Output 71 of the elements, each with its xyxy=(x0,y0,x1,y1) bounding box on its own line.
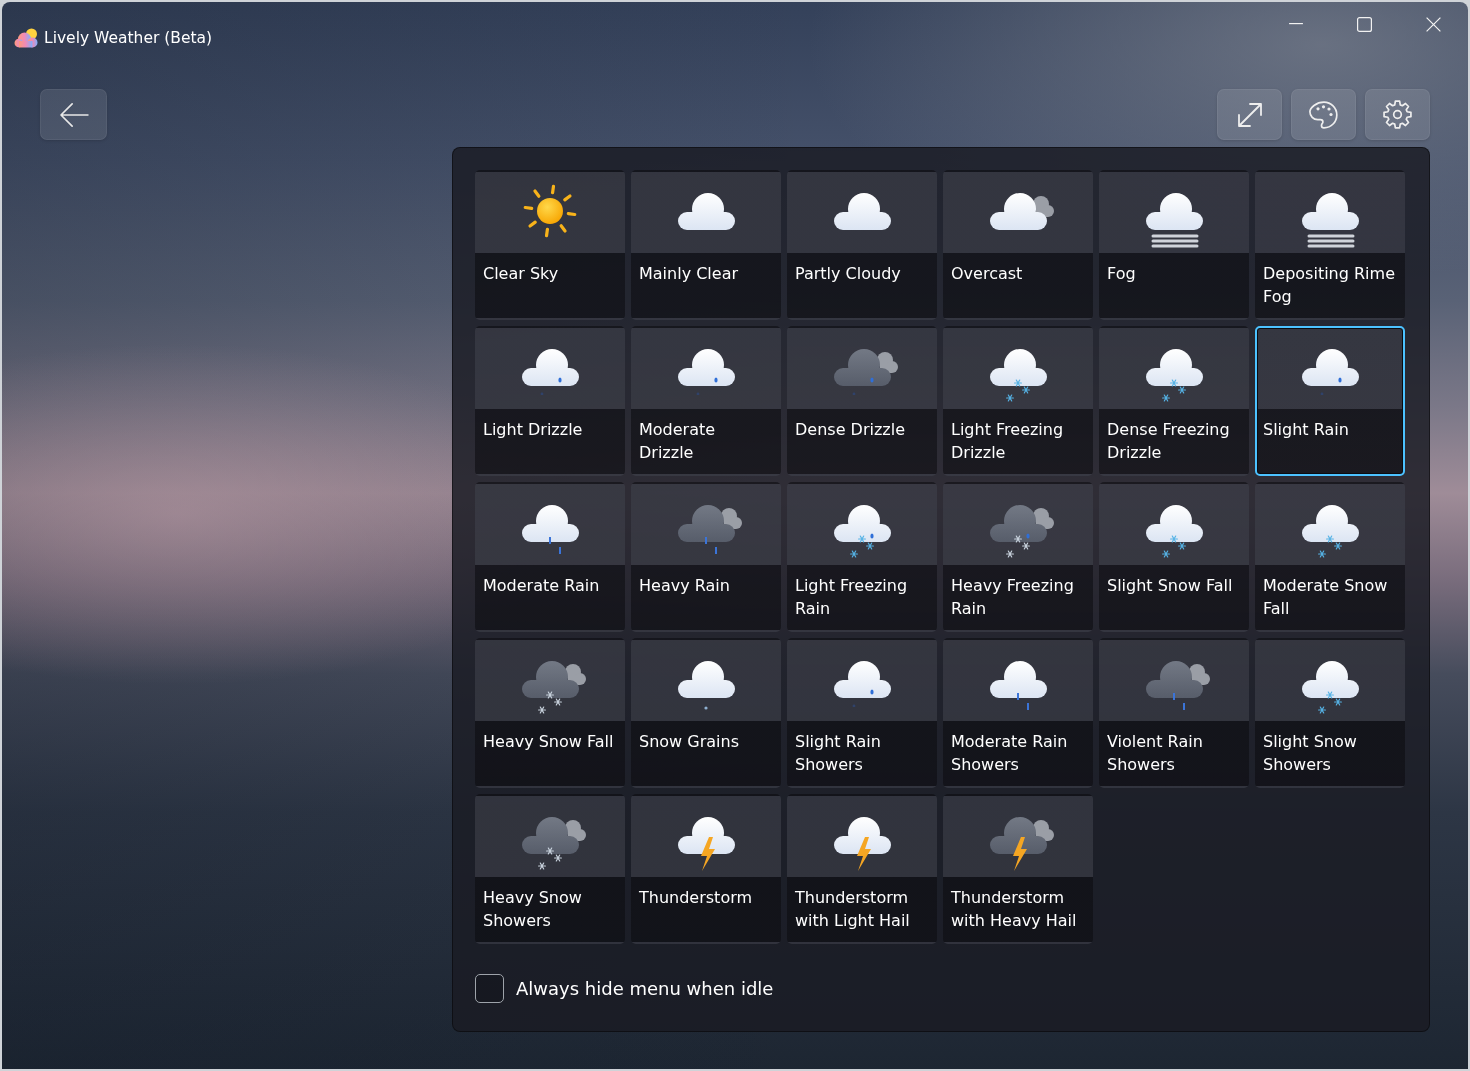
cloud-lightning-icon xyxy=(678,817,735,871)
cloud-raindrop-icon xyxy=(522,349,579,396)
back-arrow-icon xyxy=(58,101,89,128)
maximize-icon xyxy=(1357,16,1372,32)
cloud-sleet-icon xyxy=(834,505,891,558)
clouds-lightning-icon xyxy=(990,817,1054,871)
weather-tile[interactable]: Slight Rain Showers xyxy=(787,638,937,788)
clouds-raindrop-icon xyxy=(834,349,898,396)
cloud-snowflakes-icon xyxy=(1146,349,1203,402)
weather-tile[interactable]: Slight Snow Showers xyxy=(1255,638,1405,788)
clouds-snowflakes-icon xyxy=(522,817,586,870)
theme-button[interactable] xyxy=(1291,89,1356,140)
cloud-fog-icon xyxy=(1302,193,1359,248)
weather-tile[interactable]: Light Freezing Rain xyxy=(787,482,937,632)
cloud-fog-icon xyxy=(1146,193,1203,248)
weather-tile[interactable]: Depositing Rime Fog xyxy=(1255,170,1405,320)
cloud-rain-icon xyxy=(990,661,1047,710)
weather-tile[interactable]: Moderate Rain xyxy=(475,482,625,632)
clouds-sleet-icon xyxy=(990,505,1054,558)
cloud-raindrop-icon xyxy=(834,661,891,708)
weather-tile[interactable]: Heavy Snow Fall xyxy=(475,638,625,788)
fullscreen-button[interactable] xyxy=(1217,89,1282,140)
weather-tile[interactable]: Light Freezing Drizzle xyxy=(943,326,1093,476)
cloud-snowflakes-icon xyxy=(1146,505,1203,558)
weather-tile[interactable]: Slight Snow Fall xyxy=(1099,482,1249,632)
weather-tile[interactable]: Dense Drizzle xyxy=(787,326,937,476)
checkbox[interactable] xyxy=(475,974,504,1003)
cloud-rain-icon xyxy=(522,505,579,554)
settings-icon xyxy=(1383,100,1412,129)
weather-tile[interactable]: Thunderstorm with Heavy Hail xyxy=(943,794,1093,944)
close-icon xyxy=(1426,16,1441,32)
weather-tile[interactable]: Violent Rain Showers xyxy=(1099,638,1249,788)
app-logo-icon xyxy=(14,28,38,48)
weather-tile[interactable]: Slight Rain xyxy=(1255,326,1405,476)
weather-tile[interactable]: Overcast xyxy=(943,170,1093,320)
cloud-snow-grain-icon xyxy=(678,661,735,710)
weather-tile[interactable]: Heavy Freezing Rain xyxy=(943,482,1093,632)
expand-icon xyxy=(1235,100,1264,129)
weather-tile[interactable]: Clear Sky xyxy=(475,170,625,320)
cloud-raindrop-icon xyxy=(678,349,735,396)
cloud-raindrop-icon xyxy=(1302,349,1359,396)
weather-tile[interactable]: Heavy Snow Showers xyxy=(475,794,625,944)
weather-tile[interactable]: Heavy Rain xyxy=(631,482,781,632)
clouds-rain-icon xyxy=(1146,661,1210,710)
weather-tile[interactable]: Dense Freezing Drizzle xyxy=(1099,326,1249,476)
cloud-icon xyxy=(834,193,891,230)
weather-tile[interactable]: Moderate Rain Showers xyxy=(943,638,1093,788)
weather-tile[interactable]: Moderate Snow Fall xyxy=(1255,482,1405,632)
window-title: Lively Weather (Beta) xyxy=(44,29,213,47)
cloud-icon xyxy=(678,193,735,230)
weather-tile[interactable]: Thunderstorm with Light Hail xyxy=(787,794,937,944)
clouds-rain-icon xyxy=(678,505,742,554)
cloud-snowflakes-icon xyxy=(990,349,1047,402)
sun-icon xyxy=(523,184,577,238)
weather-tile[interactable]: Light Drizzle xyxy=(475,326,625,476)
weather-tile[interactable]: Mainly Clear xyxy=(631,170,781,320)
checkbox-label[interactable]: Always hide menu when idle xyxy=(516,978,774,999)
weather-tile[interactable]: Fog xyxy=(1099,170,1249,320)
minimize-icon xyxy=(1288,23,1303,25)
weather-tile[interactable]: Partly Cloudy xyxy=(787,170,937,320)
weather-tile[interactable]: Snow Grains xyxy=(631,638,781,788)
clouds-snowflakes-icon xyxy=(522,661,586,714)
weather-tile[interactable]: Moderate Drizzle xyxy=(631,326,781,476)
cloud-lightning-icon xyxy=(834,817,891,871)
clouds-icon xyxy=(990,193,1054,230)
cloud-snowflakes-icon xyxy=(1302,505,1359,558)
back-button[interactable] xyxy=(40,89,107,140)
settings-button[interactable] xyxy=(1365,89,1430,140)
palette-icon xyxy=(1308,99,1339,130)
cloud-snowflakes-icon xyxy=(1302,661,1359,714)
weather-tile[interactable]: Thunderstorm xyxy=(631,794,781,944)
